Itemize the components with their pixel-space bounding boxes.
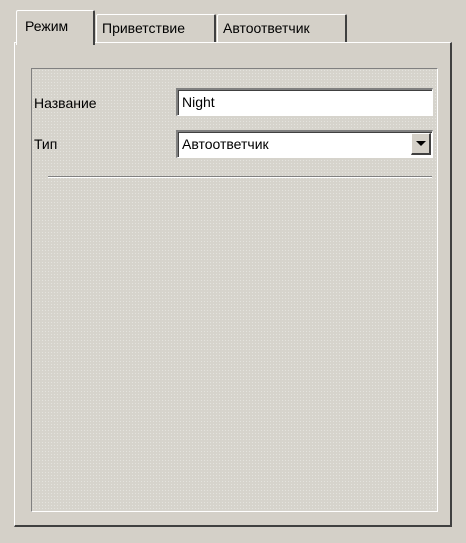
mode-settings-dialog: Режим Приветствие Автоответчик Название … <box>0 0 466 543</box>
tab-answering-machine-label: Автоответчик <box>223 20 310 36</box>
tab-answering-machine[interactable]: Автоответчик <box>217 14 347 42</box>
tab-mode[interactable]: Режим <box>16 10 95 45</box>
type-label: Тип <box>34 136 58 152</box>
separator <box>48 176 432 178</box>
chevron-down-icon <box>416 141 426 146</box>
tab-greeting[interactable]: Приветствие <box>96 14 216 42</box>
type-dropdown-button[interactable] <box>411 133 431 155</box>
tab-greeting-label: Приветствие <box>102 20 185 36</box>
type-select[interactable]: Автоответчик <box>176 130 433 158</box>
type-select-value: Автоответчик <box>182 136 269 152</box>
tab-panel: Название Night Тип Автоответчик <box>14 42 452 527</box>
name-input[interactable]: Night <box>176 88 433 116</box>
tab-mode-label: Режим <box>25 18 69 34</box>
name-label: Название <box>34 95 97 111</box>
